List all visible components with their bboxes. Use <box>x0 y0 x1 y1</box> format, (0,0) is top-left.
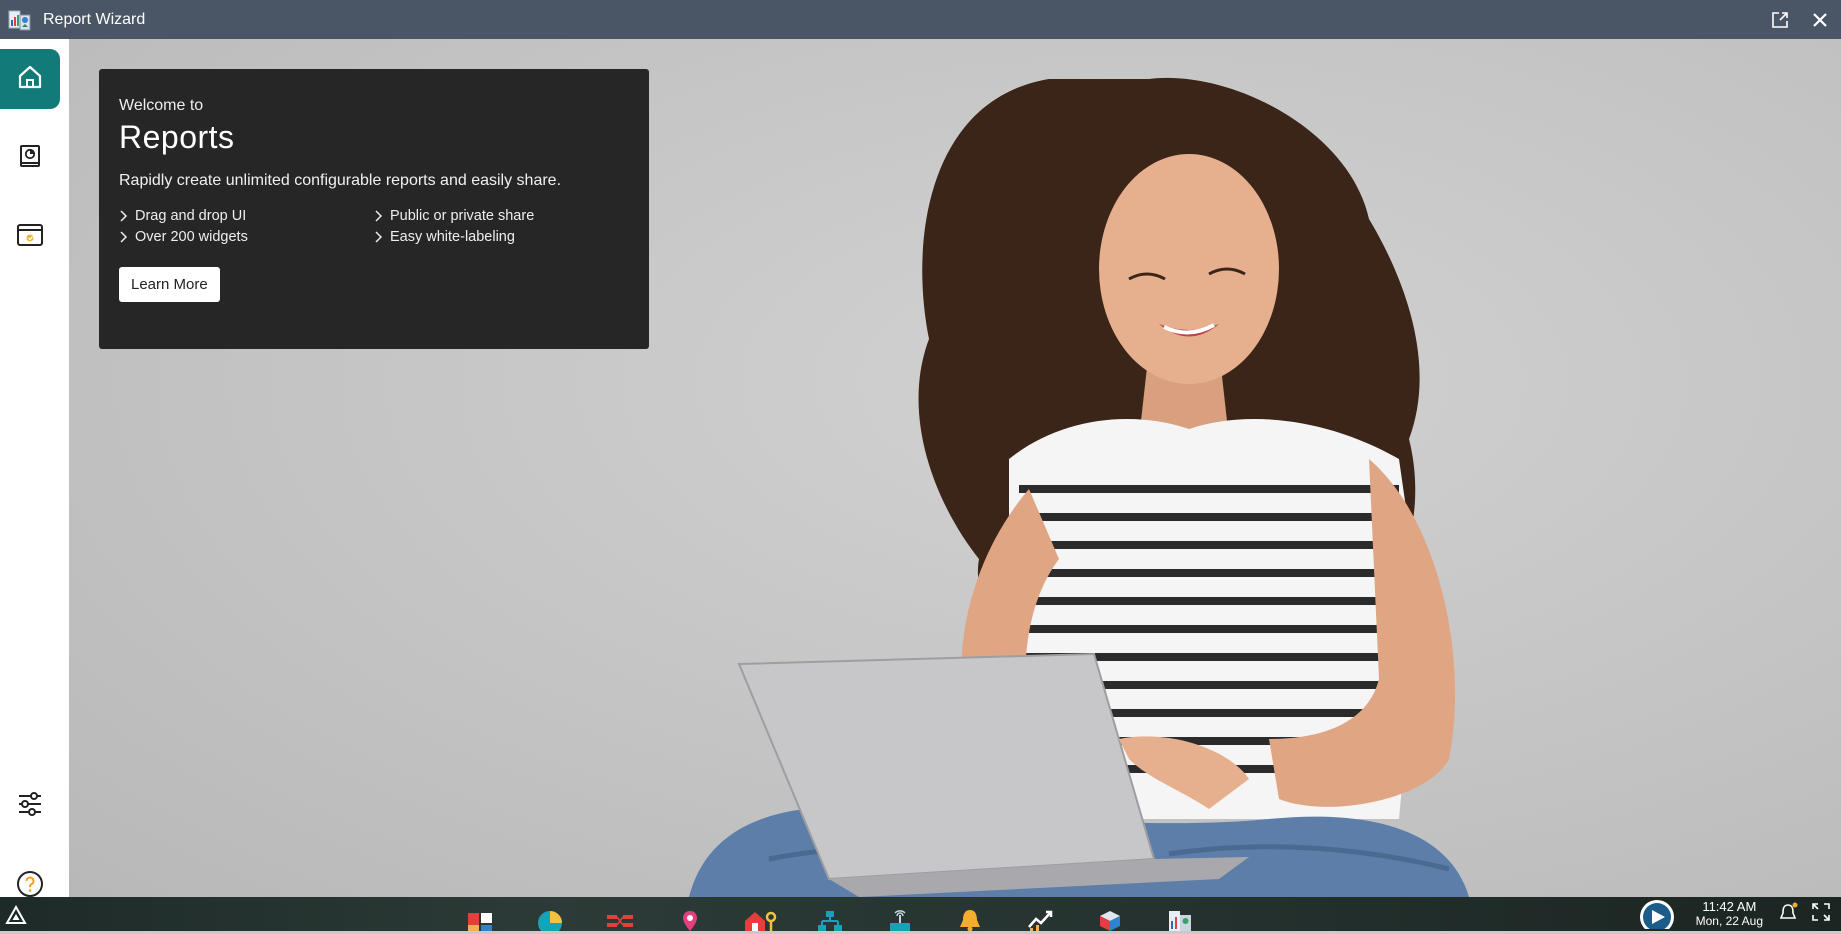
bell-app-icon[interactable] <box>952 897 988 931</box>
welcome-description: Rapidly create unlimited configurable re… <box>119 172 562 189</box>
clock-date: Mon, 22 Aug <box>1695 914 1763 928</box>
feature-item: Drag and drop UI <box>119 208 374 224</box>
report-wizard-app-icon <box>7 7 33 33</box>
learn-more-button[interactable]: Learn More <box>119 267 220 302</box>
welcome-card: Welcome to Reports Rapidly create unlimi… <box>99 69 649 349</box>
window-titlebar: Report Wizard <box>0 0 1841 39</box>
chevron-right-icon <box>375 231 383 243</box>
notification-bell-icon[interactable] <box>1777 901 1799 928</box>
network-app-icon[interactable] <box>812 897 848 931</box>
feature-item: Over 200 widgets <box>119 229 374 245</box>
report-book-icon <box>17 143 43 174</box>
map-pin-app-icon[interactable] <box>672 897 708 931</box>
sidebar-item-reports[interactable] <box>0 128 60 188</box>
sidebar-item-templates[interactable] <box>0 207 60 267</box>
chevron-right-icon <box>120 231 128 243</box>
feature-label: Drag and drop UI <box>135 208 247 224</box>
feature-label: Over 200 widgets <box>135 229 248 245</box>
main-content: Welcome to Reports Rapidly create unlimi… <box>69 39 1841 897</box>
user-avatar-icon[interactable] <box>1638 895 1676 934</box>
system-tray: 11:42 AM Mon, 22 Aug <box>1638 895 1841 934</box>
dashboard-app-icon[interactable] <box>462 897 498 931</box>
sliders-icon <box>16 790 44 823</box>
feature-item: Public or private share <box>374 208 629 224</box>
browser-window-icon <box>16 221 44 254</box>
welcome-pretitle: Welcome to <box>119 97 204 114</box>
chevron-right-icon <box>375 210 383 222</box>
start-menu-icon[interactable] <box>4 903 28 927</box>
welcome-heading: Reports <box>119 119 235 155</box>
feature-list: Drag and drop UI Public or private share… <box>119 208 629 245</box>
sidebar-item-settings[interactable] <box>0 776 60 836</box>
router-app-icon[interactable] <box>882 897 918 931</box>
flow-app-icon[interactable] <box>602 897 638 931</box>
pie-chart-app-icon[interactable] <box>532 897 568 931</box>
chevron-right-icon <box>120 210 128 222</box>
report-wizard-app-icon[interactable] <box>1162 897 1198 931</box>
taskbar-apps <box>462 897 1198 931</box>
feature-label: Public or private share <box>390 208 535 224</box>
close-icon[interactable] <box>1807 7 1833 33</box>
clock-time: 11:42 AM <box>1702 899 1757 914</box>
fullscreen-icon[interactable] <box>1811 902 1831 927</box>
home-icon <box>16 63 44 96</box>
sidebar <box>0 39 69 897</box>
taskbar: 11:42 AM Mon, 22 Aug <box>0 895 1841 934</box>
window-title: Report Wizard <box>43 10 146 28</box>
sidebar-item-home[interactable] <box>0 49 60 109</box>
feature-item: Easy white-labeling <box>374 229 629 245</box>
home-key-app-icon[interactable] <box>742 897 778 931</box>
system-clock[interactable]: 11:42 AM Mon, 22 Aug <box>1696 899 1763 929</box>
trend-chart-app-icon[interactable] <box>1022 897 1058 931</box>
cube-app-icon[interactable] <box>1092 897 1128 931</box>
popout-icon[interactable] <box>1767 7 1793 33</box>
feature-label: Easy white-labeling <box>390 229 515 245</box>
